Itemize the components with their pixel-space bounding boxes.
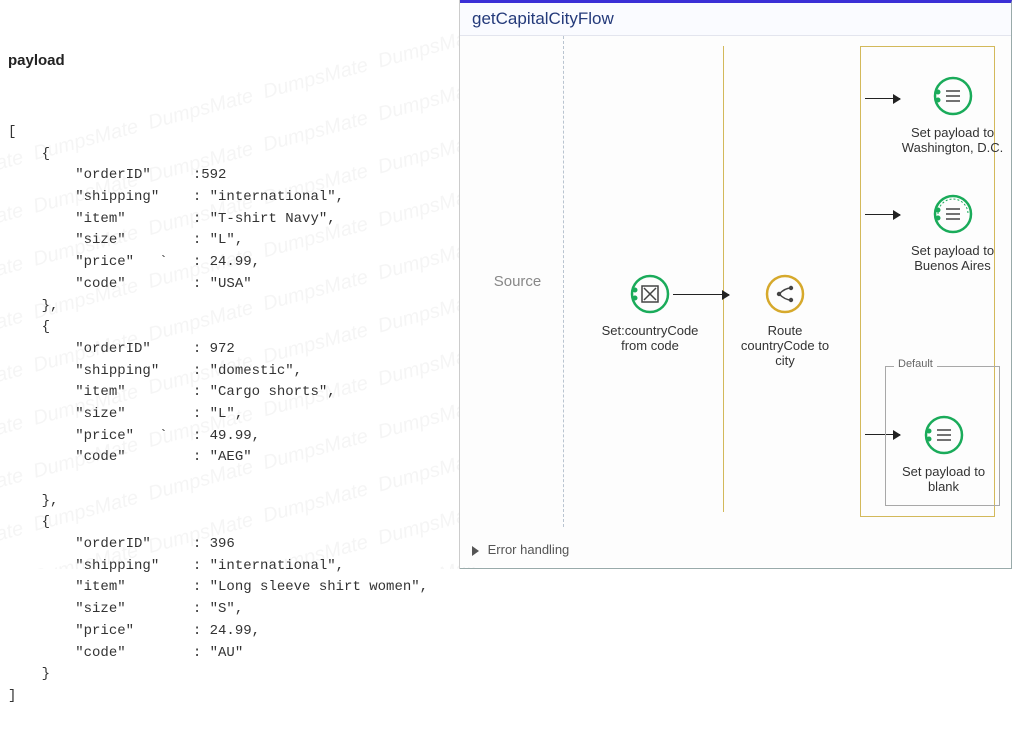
arrow-setvar-to-router xyxy=(673,294,729,295)
router-icon xyxy=(765,274,805,314)
router-node[interactable]: Route countryCode to city xyxy=(730,274,840,368)
branch-label-1: Set payload to Washington, D.C. xyxy=(900,125,1005,155)
source-column[interactable]: Source xyxy=(472,36,564,527)
default-tag: Default xyxy=(894,358,937,370)
error-handling-toggle[interactable]: Error handling xyxy=(472,542,569,557)
branch-node-1[interactable]: Set payload to Washington, D.C. xyxy=(900,76,1005,155)
router-column-line xyxy=(723,46,724,512)
set-payload-icon xyxy=(933,194,973,234)
flow-panel: getCapitalCityFlow Source Set:countryCod… xyxy=(460,0,1012,569)
source-label: Source xyxy=(494,273,542,290)
payload-code: [ { "orderID" :592 "shipping" : "interna… xyxy=(8,122,451,708)
default-branch-box: Default Set payload to blank xyxy=(885,366,1000,506)
flow-title: getCapitalCityFlow xyxy=(460,3,1011,36)
arrow-branch-2 xyxy=(865,214,900,215)
branch-label-2: Set payload to Buenos Aires xyxy=(900,243,1005,273)
error-handling-label: Error handling xyxy=(488,542,570,557)
payload-title: payload xyxy=(8,49,451,72)
collapse-right-icon xyxy=(472,546,479,556)
flow-canvas[interactable]: Source Set:countryCode from code xyxy=(460,36,1011,567)
set-variable-label: Set:countryCode from code xyxy=(595,323,705,353)
arrow-branch-1 xyxy=(865,98,900,99)
branch-node-2[interactable]: Set payload to Buenos Aires xyxy=(900,194,1005,273)
set-variable-icon xyxy=(630,274,670,314)
payload-panel: payload [ { "orderID" :592 "shipping" : … xyxy=(0,0,460,569)
set-payload-icon xyxy=(924,415,964,455)
set-payload-icon xyxy=(933,76,973,116)
branch-node-3[interactable]: Set payload to blank xyxy=(891,415,996,494)
set-variable-node[interactable]: Set:countryCode from code xyxy=(595,274,705,353)
branch-label-3: Set payload to blank xyxy=(891,464,996,494)
router-label: Route countryCode to city xyxy=(730,323,840,368)
